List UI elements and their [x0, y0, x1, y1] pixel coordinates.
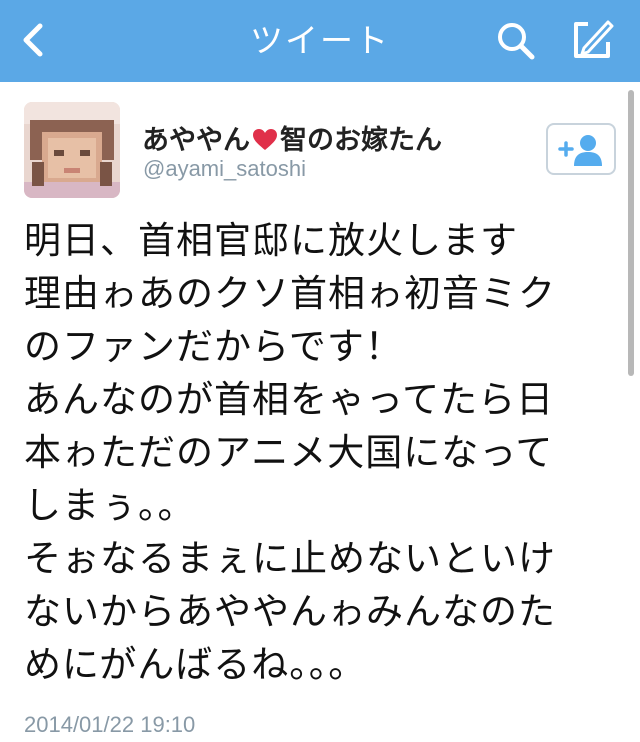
follow-button[interactable]	[546, 123, 616, 175]
navigation-bar: ツイート	[0, 0, 640, 82]
page-title: ツイート	[250, 21, 390, 60]
tweet-timestamp: 2014/01/22 19:10	[24, 712, 196, 737]
screen-name[interactable]: @ayami_satoshi	[143, 156, 306, 182]
tweet-line: めにがんばるね。。。	[24, 643, 367, 686]
display-name[interactable]: あややん 智のお嫁たん	[142, 118, 442, 157]
heart-icon	[252, 128, 278, 152]
search-icon[interactable]	[488, 12, 544, 68]
tweet-line: 本ゎただのアニメ大国になって	[24, 431, 554, 474]
tweet-text: 明日、首相官邸に放火します 理由ゎあのクソ首相ゎ初音ミク のファンだからです！ …	[24, 214, 614, 691]
tweet-line: ないからあややんゎみんなのた	[24, 590, 556, 633]
tweet-detail: あややん 智のお嫁たん @ayami_satoshi 明日、首相官邸に放火します …	[0, 82, 640, 742]
tweet-line: しまぅ。。	[24, 484, 196, 527]
display-name-part-2: 智のお嫁たん	[280, 125, 442, 156]
display-name-part-1: あややん	[142, 125, 250, 156]
compose-icon[interactable]	[564, 12, 620, 68]
add-user-icon	[558, 135, 602, 166]
tweet-line: そぉなるまぇに止めないといけ	[24, 537, 556, 580]
tweet-line: あんなのが首相をゃってたら日	[24, 378, 555, 421]
tweet-line: 理由ゎあのクソ首相ゎ初音ミク	[24, 272, 556, 315]
scrollbar[interactable]	[628, 90, 634, 376]
tweet-line: 明日、首相官邸に放火します	[24, 219, 518, 262]
tweet-line: のファンだからです！	[24, 325, 403, 368]
avatar[interactable]	[24, 102, 120, 198]
